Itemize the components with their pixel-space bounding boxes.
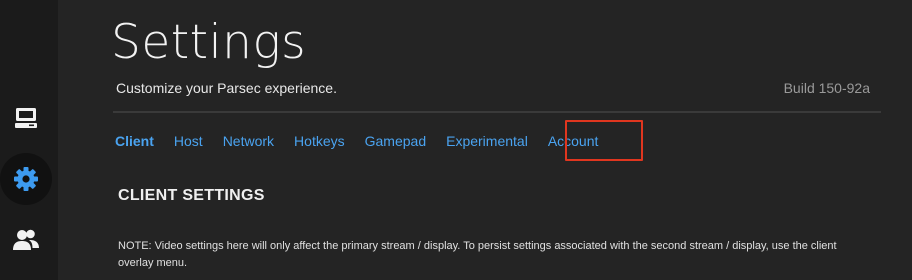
section-title: CLIENT SETTINGS <box>118 187 265 204</box>
sidebar-item-friends[interactable] <box>0 214 52 266</box>
tab-hotkeys[interactable]: Hotkeys <box>294 132 345 150</box>
tab-client[interactable]: Client <box>115 132 154 150</box>
account-tab-highlight <box>565 120 643 161</box>
tab-gamepad[interactable]: Gamepad <box>365 132 426 150</box>
tab-network[interactable]: Network <box>223 132 274 150</box>
settings-tabs: Client Host Network Hotkeys Gamepad Expe… <box>115 131 618 151</box>
gear-icon <box>12 165 40 193</box>
settings-note: NOTE: Video settings here will only affe… <box>118 240 837 269</box>
header-divider <box>113 111 881 113</box>
build-version: Build 150-92a <box>783 80 870 96</box>
computer-icon <box>13 105 39 131</box>
sidebar-item-computers[interactable] <box>0 92 52 144</box>
page-title: Settings <box>111 15 307 70</box>
sidebar-item-settings[interactable] <box>0 153 52 205</box>
page-subtitle: Customize your Parsec experience. <box>116 80 337 96</box>
sidebar <box>0 0 58 280</box>
tab-host[interactable]: Host <box>174 132 203 150</box>
friends-icon <box>12 227 40 253</box>
tab-experimental[interactable]: Experimental <box>446 132 528 150</box>
